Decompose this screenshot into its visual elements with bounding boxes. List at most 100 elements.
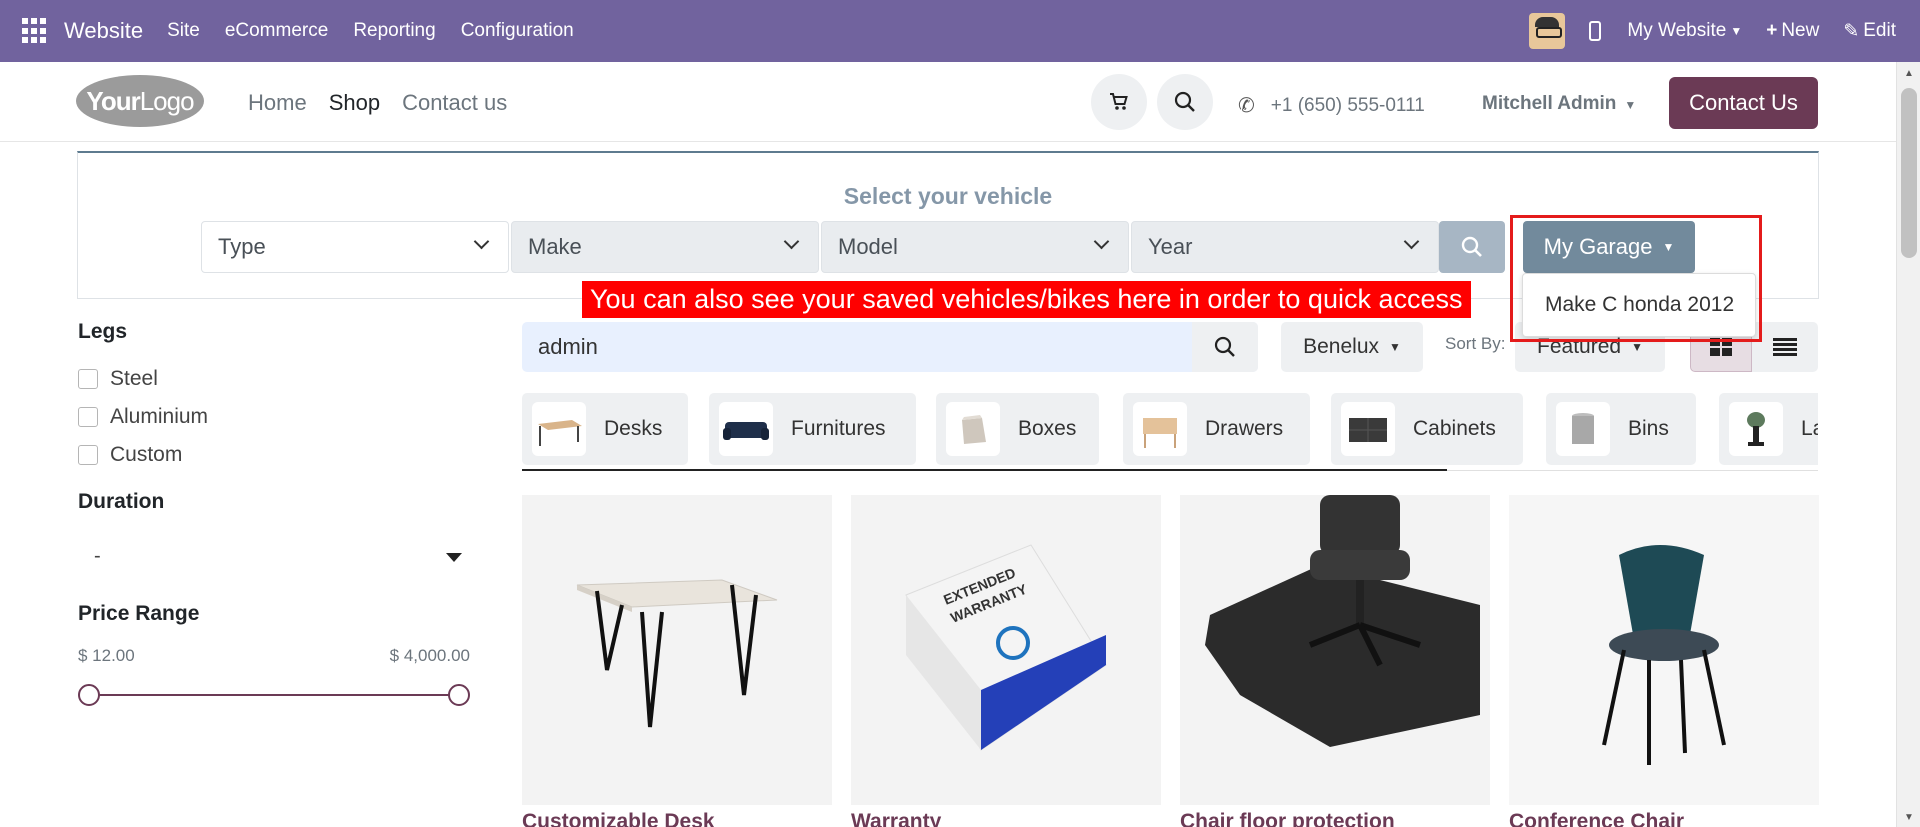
filter-custom[interactable]: Custom	[78, 436, 470, 474]
vehicle-title: Select your vehicle	[843, 183, 1053, 209]
chevron-down-icon	[474, 236, 488, 250]
topbar-right: My Website ▼ + New ✎ Edit	[1529, 0, 1920, 62]
user-name: Mitchell Admin	[1482, 93, 1617, 114]
sofa-thumb-icon	[719, 402, 773, 456]
cart-button[interactable]	[1091, 74, 1147, 130]
filter-aluminium[interactable]: Aluminium	[78, 398, 470, 436]
caret-down-icon	[446, 553, 462, 562]
slider-track	[88, 694, 460, 696]
nav-contact[interactable]: Contact us	[402, 90, 507, 116]
mobile-preview-icon[interactable]	[1589, 21, 1602, 41]
user-menu[interactable]: Mitchell Admin ▼	[1482, 93, 1636, 115]
product-image-conference-chair[interactable]	[1509, 495, 1819, 805]
menu-configuration[interactable]: Configuration	[461, 20, 574, 42]
checkbox[interactable]	[78, 369, 98, 389]
site-logo[interactable]: Your Logo	[76, 75, 204, 127]
category-scroll-indicator	[522, 469, 1447, 471]
scroll-up-icon[interactable]: ▲	[1904, 68, 1914, 79]
make-select[interactable]: Make	[511, 221, 819, 273]
logo-text-bold: Your	[86, 85, 140, 116]
grid-view-icon	[1710, 338, 1732, 356]
my-garage-button[interactable]: My Garage ▼	[1523, 221, 1695, 273]
page-scrollbar[interactable]: ▲ ▼	[1896, 62, 1920, 827]
top-menu: Site eCommerce Reporting Configuration	[167, 20, 599, 42]
price-labels: $ 12.00 $ 4,000.00	[78, 646, 470, 666]
category-lamps[interactable]: La	[1719, 393, 1818, 465]
category-furnitures[interactable]: Furnitures	[709, 393, 916, 465]
category-label: Desks	[604, 417, 663, 440]
product-image-desk[interactable]	[522, 495, 832, 805]
make-select-label: Make	[528, 234, 582, 259]
duration-select[interactable]: -	[78, 536, 470, 576]
nav-shop[interactable]: Shop	[329, 90, 380, 116]
product-search-input[interactable]: admin	[522, 334, 1192, 360]
my-garage-label: My Garage	[1543, 234, 1653, 259]
nav-home[interactable]: Home	[248, 90, 307, 116]
annotation-callout: You can also see your saved vehicles/bik…	[582, 281, 1471, 318]
user-avatar[interactable]	[1529, 13, 1566, 49]
caret-down-icon: ▼	[1624, 98, 1637, 112]
category-boxes[interactable]: Boxes	[936, 393, 1099, 465]
cart-icon	[1110, 93, 1128, 110]
vehicle-search-button[interactable]	[1439, 221, 1505, 273]
list-view-button[interactable]	[1752, 322, 1818, 372]
checkbox[interactable]	[78, 445, 98, 465]
category-drawers[interactable]: Drawers	[1123, 393, 1310, 465]
filter-label: Aluminium	[110, 405, 209, 428]
edit-button-label: Edit	[1863, 20, 1896, 41]
type-select[interactable]: Type	[201, 221, 509, 273]
model-select[interactable]: Model	[821, 221, 1129, 273]
chevron-down-icon	[1094, 236, 1108, 250]
category-label: La	[1801, 417, 1818, 440]
filters-sidebar: Legs Steel Aluminium Custom Duration - P…	[78, 320, 470, 710]
caret-down-icon: ▼	[1389, 340, 1401, 354]
scroll-down-icon[interactable]: ▼	[1904, 812, 1914, 823]
search-icon	[1461, 236, 1482, 257]
price-slider[interactable]	[78, 680, 470, 710]
scroll-thumb[interactable]	[1901, 88, 1917, 258]
caret-down-icon: ▼	[1631, 340, 1643, 354]
menu-ecommerce[interactable]: eCommerce	[225, 20, 328, 42]
pricelist-dropdown[interactable]: Benelux ▼	[1281, 322, 1423, 372]
edit-button[interactable]: ✎ Edit	[1843, 20, 1896, 43]
category-desks[interactable]: Desks	[522, 393, 688, 465]
legs-title: Legs	[78, 320, 128, 343]
new-button[interactable]: + New	[1766, 20, 1819, 42]
product-image-warranty[interactable]: EXTENDED WARRANTY	[851, 495, 1161, 805]
filter-steel[interactable]: Steel	[78, 360, 470, 398]
product-name[interactable]: Conference Chair	[1509, 810, 1684, 827]
product-image-chair-mat[interactable]	[1180, 495, 1490, 805]
year-select[interactable]: Year	[1131, 221, 1439, 273]
category-cabinets[interactable]: Cabinets	[1331, 393, 1523, 465]
garage-menu-item[interactable]: Make C honda 2012	[1522, 273, 1756, 337]
slider-min-handle[interactable]	[78, 684, 100, 706]
category-label: Furnitures	[791, 417, 886, 440]
price-max: $ 4,000.00	[389, 646, 470, 665]
category-label: Boxes	[1018, 417, 1077, 440]
phone-contact[interactable]: ✆ +1 (650) 555-0111	[1238, 93, 1425, 118]
bin-thumb-icon	[1556, 402, 1610, 456]
lamp-thumb-icon	[1729, 402, 1783, 456]
year-select-label: Year	[1148, 234, 1193, 259]
page-root: Website Site eCommerce Reporting Configu…	[0, 0, 1920, 827]
apps-grid-icon[interactable]	[22, 18, 48, 44]
admin-topbar: Website Site eCommerce Reporting Configu…	[0, 0, 1920, 62]
contact-us-button[interactable]: Contact Us	[1669, 77, 1818, 129]
main-nav: Home Shop Contact us	[248, 90, 529, 116]
product-search-button[interactable]	[1192, 322, 1258, 372]
slider-max-handle[interactable]	[448, 684, 470, 706]
category-label: Bins	[1628, 417, 1669, 440]
box-thumb-icon	[946, 402, 1000, 456]
category-bins[interactable]: Bins	[1546, 393, 1696, 465]
pencil-icon: ✎	[1843, 20, 1860, 42]
product-name[interactable]: Chair floor protection	[1180, 810, 1395, 827]
menu-reporting[interactable]: Reporting	[353, 20, 435, 42]
product-name[interactable]: Customizable Desk	[522, 810, 715, 827]
checkbox[interactable]	[78, 407, 98, 427]
type-select-label: Type	[218, 234, 266, 259]
product-search: admin	[522, 322, 1258, 372]
product-name[interactable]: Warranty	[851, 810, 941, 827]
search-button[interactable]	[1157, 74, 1213, 130]
menu-site[interactable]: Site	[167, 20, 200, 42]
website-selector[interactable]: My Website ▼	[1627, 20, 1742, 42]
